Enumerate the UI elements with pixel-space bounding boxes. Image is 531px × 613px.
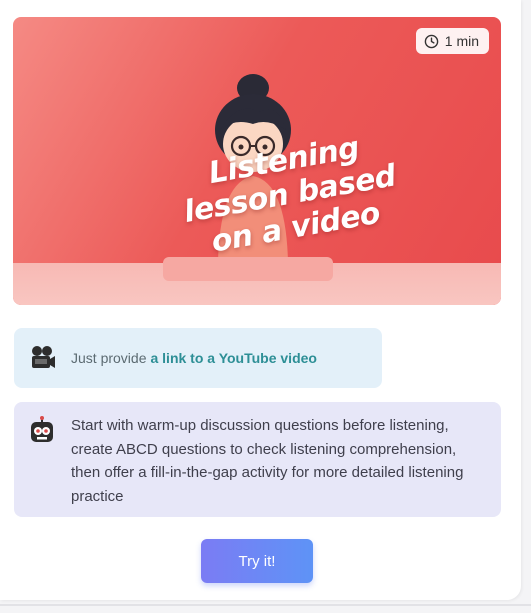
- divider: [0, 604, 531, 606]
- clock-icon: [424, 34, 439, 48]
- lesson-banner: 1 min Listening lesson based on a video: [13, 17, 501, 305]
- hint-prefix: Just provide: [71, 350, 147, 366]
- duration-badge: 1 min: [415, 28, 489, 54]
- try-it-button[interactable]: Try it!: [201, 539, 313, 583]
- lesson-card: 1 min Listening lesson based on a video …: [0, 0, 521, 600]
- hint-link-text: a link to a YouTube video: [150, 350, 317, 366]
- banner-title: Listening lesson based on a video: [153, 122, 427, 268]
- lesson-description: Start with warm-up discussion questions …: [14, 402, 501, 517]
- duration-label: 1 min: [444, 33, 479, 49]
- film-camera-icon: [32, 346, 55, 368]
- youtube-link-hint: Just provide a link to a YouTube video: [14, 328, 382, 388]
- description-text: Start with warm-up discussion questions …: [71, 417, 464, 505]
- robot-icon: [31, 416, 53, 442]
